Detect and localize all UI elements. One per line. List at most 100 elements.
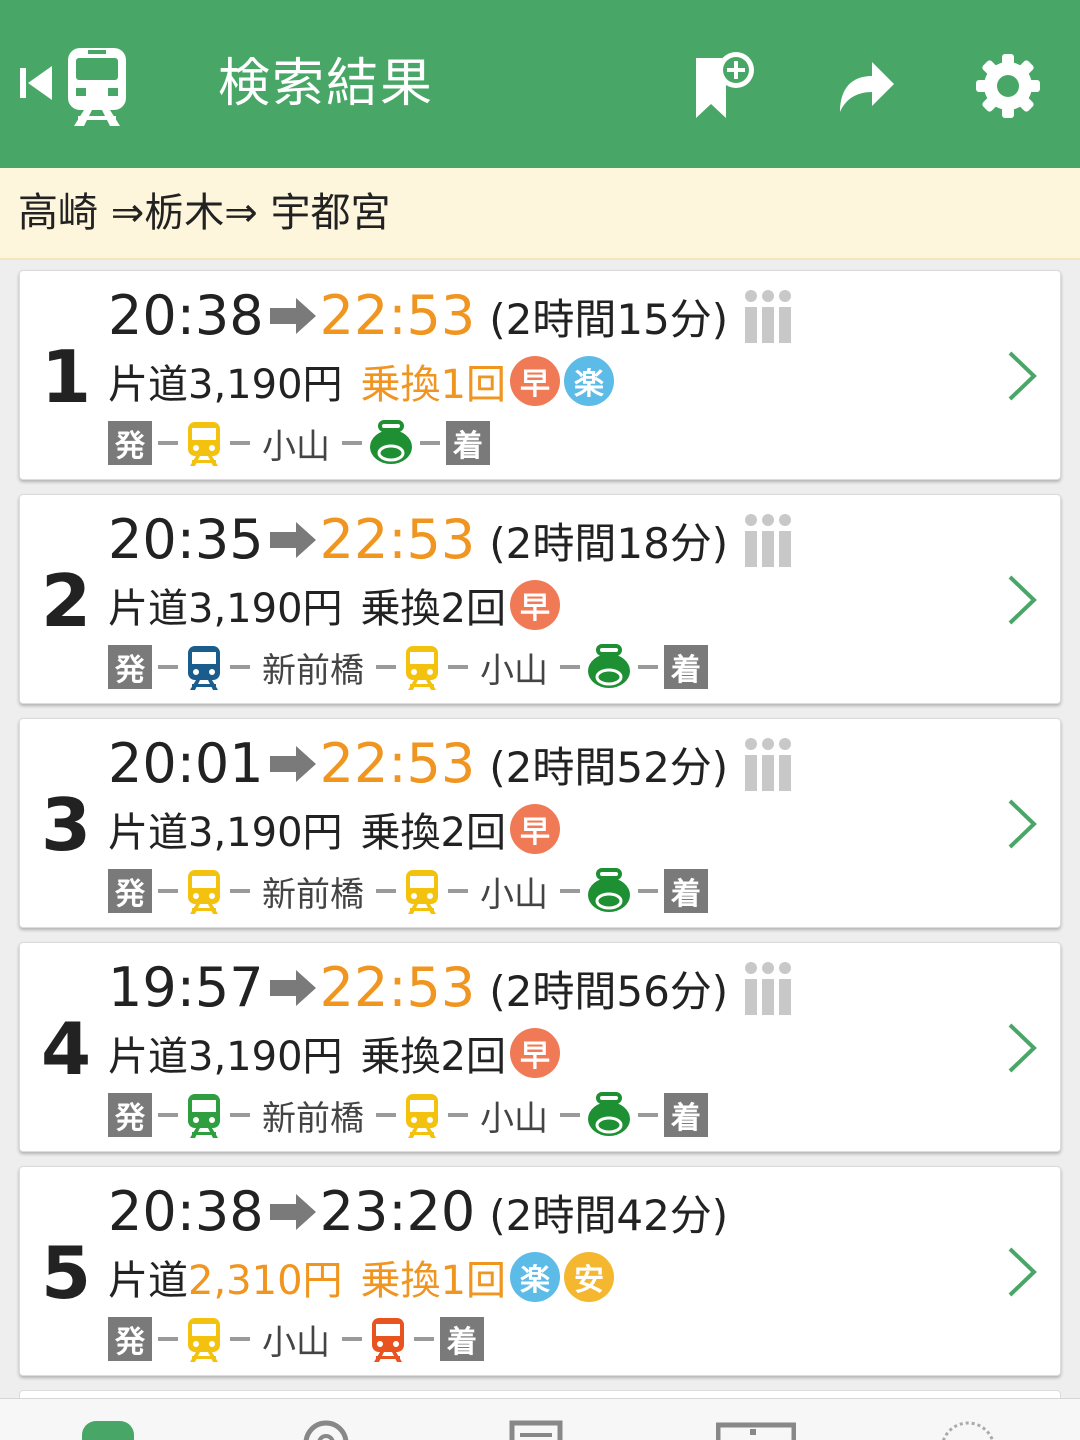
route-result-card[interactable]: 2 20:35 22:53 (2時間18分) 片道 3,190円 乗換2回早発 新前橋 小… [19, 494, 1061, 704]
route-result-card[interactable]: 1 20:38 22:53 (2時間15分) 片道 3,190円 乗換1回早楽発 小山 着 [19, 270, 1061, 480]
result-rank: 5 [40, 1231, 92, 1315]
endpoint-box: 発 [108, 421, 152, 465]
add-bookmark-icon[interactable] [690, 48, 762, 124]
calendar-icon[interactable] [716, 1417, 796, 1440]
route-result-card[interactable]: 4 19:57 22:53 (2時間56分) 片道 3,190円 乗換2回早発 新前橋 小… [19, 942, 1061, 1152]
departure-time: 20:35 [108, 508, 264, 571]
bottom-tab-bar [0, 1398, 1080, 1440]
share-icon[interactable] [828, 48, 900, 124]
arrival-time: 22:53 [319, 284, 476, 347]
badge-haya: 早 [509, 804, 560, 854]
time-row: 20:38 22:53 (2時間15分) [108, 285, 794, 347]
fare-row: 片道 2,310円 乗換1回楽安 [108, 1249, 614, 1305]
transfer-count: 乗換2回 [360, 1034, 506, 1080]
duration: (2時間52分) [489, 742, 729, 792]
time-row: 20:01 22:53 (2時間52分) [108, 733, 794, 795]
path-connector [638, 889, 658, 893]
back-to-start-icon[interactable] [14, 58, 58, 108]
timetable-icon[interactable] [506, 1417, 566, 1440]
route-result-card[interactable]: 5 20:38 23:20 (2時間42分) 片道 2,310円 乗換1回楽安発 小山 着 [19, 1166, 1061, 1376]
badge-haya: 早 [509, 1028, 560, 1078]
duration: (2時間15分) [489, 294, 729, 344]
seat-availability-icon [745, 514, 792, 567]
results-list[interactable]: 1 20:38 22:53 (2時間15分) 片道 3,190円 乗換1回早楽発 小山 着… [0, 260, 1080, 1398]
result-rank: 2 [40, 559, 92, 643]
chevron-right-icon[interactable] [1006, 349, 1038, 403]
route-result-card[interactable]: 3 20:01 22:53 (2時間52分) 片道 3,190円 乗換2回早発 新前橋 小… [19, 718, 1061, 928]
result-rank: 1 [40, 335, 92, 419]
transfer-station: 新前橋 [262, 650, 364, 691]
duration: (2時間56分) [489, 966, 729, 1016]
arrival-time: 23:20 [319, 1180, 476, 1243]
train-icon [372, 1318, 404, 1362]
badge-haya: 早 [509, 356, 560, 406]
path-connector [376, 665, 396, 669]
fare-label: 片道 [108, 586, 188, 632]
path-connector [230, 441, 250, 445]
walk-bag-icon [588, 1092, 630, 1136]
chevron-right-icon[interactable] [1006, 797, 1038, 851]
path-connector [230, 1113, 250, 1117]
train-icon [406, 646, 438, 690]
train-icon[interactable] [78, 1417, 138, 1440]
seat-availability-icon [745, 962, 792, 1015]
endpoint-box: 着 [664, 1093, 708, 1137]
train-icon [406, 870, 438, 914]
transfer-station: 小山 [262, 1322, 330, 1363]
chevron-right-icon[interactable] [1006, 1021, 1038, 1075]
walk-bag-icon [588, 644, 630, 688]
departure-time: 20:38 [108, 1180, 264, 1243]
endpoint-box: 発 [108, 1093, 152, 1137]
path-connector [560, 889, 580, 893]
transfer-station: 小山 [480, 650, 548, 691]
route-path: 発 新前橋 小山 着 [108, 867, 708, 915]
fare-value: 3,190円 [188, 1034, 343, 1080]
chevron-right-icon[interactable] [1006, 1245, 1038, 1299]
chevron-right-icon[interactable] [1006, 573, 1038, 627]
fare-label: 片道 [108, 810, 188, 856]
route-summary: 高崎 ⇒栃木⇒ 宇都宮 [0, 168, 1080, 260]
walk-bag-icon [588, 868, 630, 912]
fare-row: 片道 3,190円 乗換1回早楽 [108, 353, 614, 409]
train-icon [406, 1094, 438, 1138]
page-title: 検索結果 [218, 54, 435, 114]
fare-row: 片道 3,190円 乗換2回早 [108, 801, 560, 857]
fare-value: 3,190円 [188, 362, 343, 408]
transfer-station: 新前橋 [262, 1098, 364, 1139]
time-row: 20:38 23:20 (2時間42分) [108, 1181, 728, 1243]
route-path: 発 小山 着 [108, 1315, 484, 1363]
fare-value: 3,190円 [188, 586, 343, 632]
path-connector [448, 665, 468, 669]
path-connector [158, 441, 178, 445]
train-icon [188, 1094, 220, 1138]
fare-value: 2,310円 [188, 1258, 343, 1304]
path-connector [448, 1113, 468, 1117]
path-connector [230, 665, 250, 669]
path-connector [414, 1337, 434, 1341]
arrival-time: 22:53 [319, 508, 476, 571]
endpoint-box: 着 [446, 421, 490, 465]
arrow-right-icon [269, 298, 316, 334]
path-connector [376, 889, 396, 893]
clock-icon[interactable] [938, 1417, 998, 1440]
fare-row: 片道 3,190円 乗換2回早 [108, 1025, 560, 1081]
train-icon [188, 422, 220, 466]
transfer-count: 乗換2回 [360, 586, 506, 632]
badge-raku: 楽 [509, 1252, 560, 1302]
arrival-time: 22:53 [319, 732, 476, 795]
path-connector [560, 1113, 580, 1117]
gear-icon[interactable] [972, 48, 1044, 124]
train-icon [188, 646, 220, 690]
fare-label: 片道 [108, 1034, 188, 1080]
duration: (2時間42分) [489, 1190, 729, 1240]
endpoint-box: 発 [108, 869, 152, 913]
route-result-card[interactable] [19, 1390, 1061, 1398]
arrow-right-icon [269, 1194, 316, 1230]
endpoint-box: 発 [108, 1317, 152, 1361]
path-connector [342, 441, 362, 445]
fare-row: 片道 3,190円 乗換2回早 [108, 577, 560, 633]
fare-value: 3,190円 [188, 810, 343, 856]
path-connector [560, 665, 580, 669]
arrow-right-icon [269, 522, 316, 558]
location-pin-icon[interactable] [296, 1417, 356, 1440]
